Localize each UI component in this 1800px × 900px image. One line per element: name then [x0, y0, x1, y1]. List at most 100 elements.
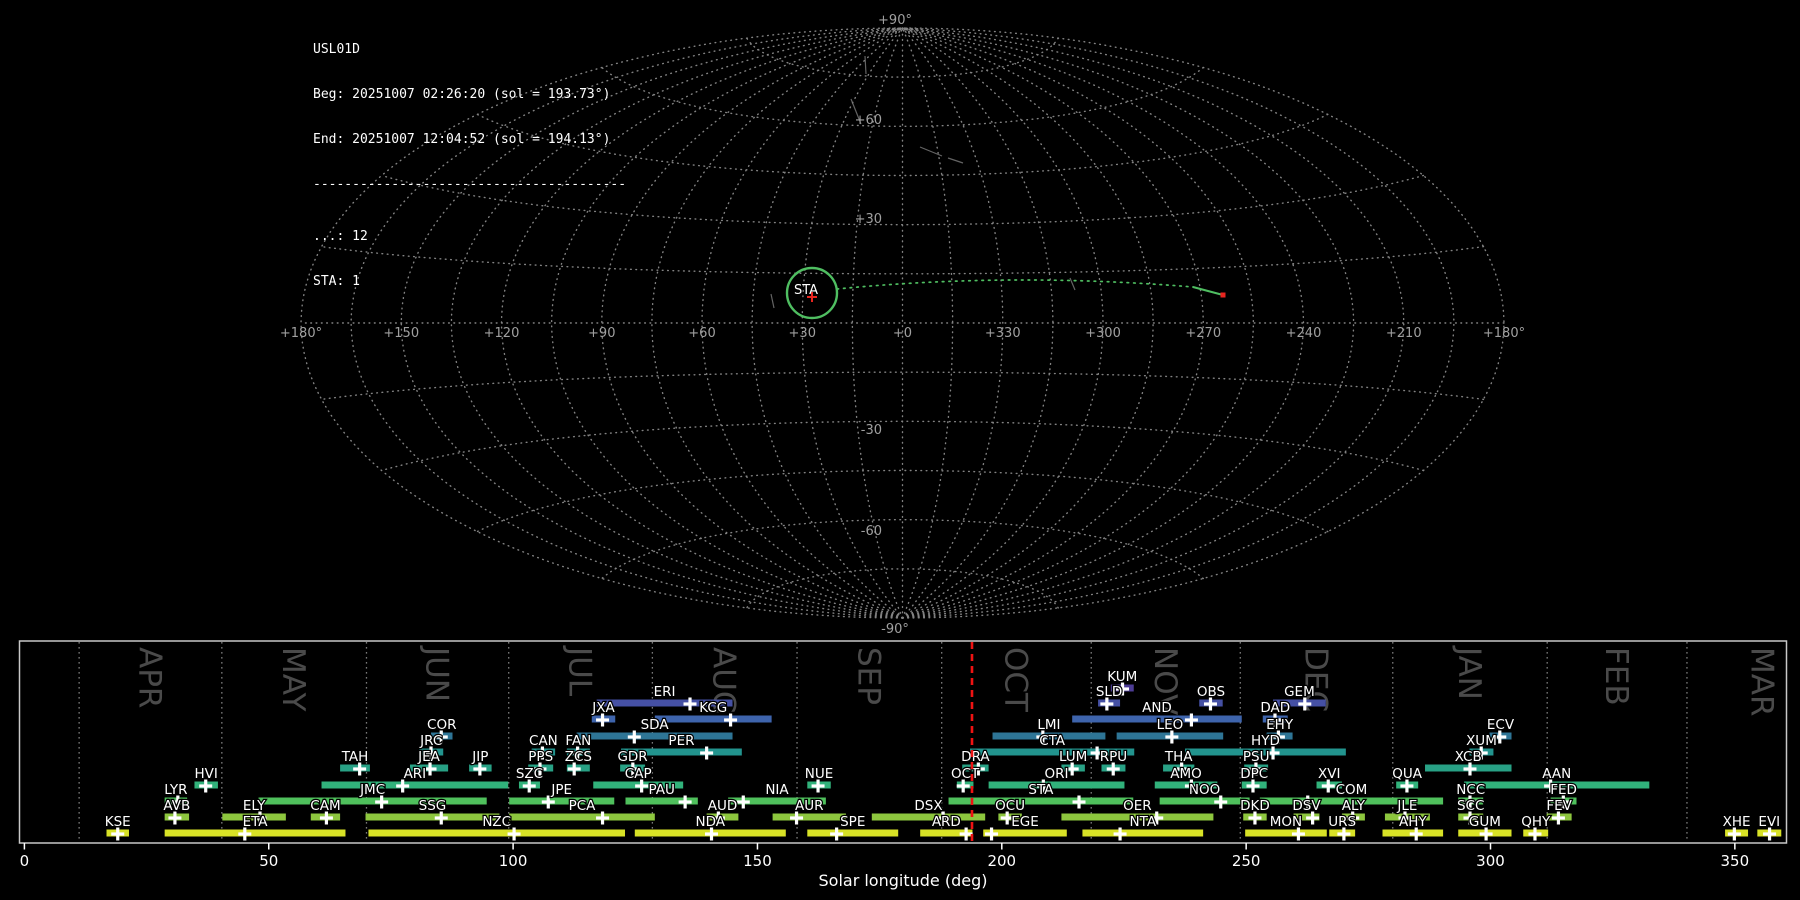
- shower-code-label: OER: [1123, 798, 1152, 814]
- shower-code-label: JRC: [419, 733, 442, 749]
- shower-activity-bar: [368, 830, 625, 837]
- shower-code-label: PAU: [648, 782, 674, 798]
- month-label: MAR: [1744, 647, 1780, 717]
- shower-code-label: CTA: [1039, 733, 1066, 749]
- radiant-label: STA: [794, 283, 818, 298]
- end-time-line: End: 20251007 12:04:52 (sol = 194.13°): [313, 132, 626, 147]
- shower-activity-bar: [322, 782, 509, 789]
- shower-code-label: EHY: [1266, 717, 1294, 733]
- shower-code-label: LYR: [164, 782, 187, 798]
- shower-code-label: AUR: [795, 798, 824, 814]
- shower-code-label: COR: [427, 717, 456, 733]
- x-axis-tick-label: 250: [1232, 852, 1261, 870]
- longitude-label: +0: [893, 326, 912, 341]
- shower-JXA: JXA: [591, 700, 615, 727]
- shower-ZCS: ZCS: [565, 749, 592, 776]
- shower-code-label: AUD: [708, 798, 738, 814]
- month-label: JAN: [1451, 645, 1487, 700]
- shower-code-label: FEV: [1546, 798, 1572, 814]
- shower-code-label: CAM: [310, 798, 340, 814]
- shower-activity-bar: [989, 782, 1125, 789]
- x-axis: 050100150200250300350Solar longitude (de…: [20, 843, 1750, 890]
- shower-HVI: HVI: [194, 766, 217, 793]
- shower-code-label: EVI: [1758, 814, 1780, 830]
- faint-track-segment: [920, 147, 942, 156]
- shower-code-label: DSV: [1292, 798, 1321, 814]
- shower-OCT: OCT: [951, 766, 980, 793]
- observation-info: USL01D Beg: 20251007 02:26:20 (sol = 193…: [313, 12, 626, 319]
- shower-code-label: RPU: [1100, 749, 1127, 765]
- shower-activity-bar: [258, 798, 486, 805]
- shower-code-label: DSX: [914, 798, 942, 814]
- shower-XHE: XHE: [1723, 814, 1751, 841]
- shower-code-label: ECV: [1487, 717, 1515, 733]
- shower-code-label: PER: [668, 733, 694, 749]
- shower-NUE: NUE: [805, 766, 834, 793]
- shower-activity-bar: [509, 798, 614, 805]
- latitude-label: -90°: [881, 622, 909, 637]
- shower-code-label: JIP: [471, 749, 488, 765]
- shower-code-label: SPE: [840, 814, 865, 830]
- shower-code-label: EGE: [1011, 814, 1039, 830]
- shower-peak-marker: [1073, 796, 1086, 809]
- shower-code-label: KCG: [699, 700, 727, 716]
- shower-code-label: CAN: [529, 733, 558, 749]
- shower-code-label: FAN: [565, 733, 591, 749]
- longitude-label: +300: [1085, 326, 1121, 341]
- shower-TAH: TAH: [340, 749, 370, 776]
- shower-code-label: ERI: [654, 684, 676, 700]
- longitude-label: +210: [1386, 326, 1422, 341]
- shower-activity-bar: [366, 814, 500, 821]
- shower-peak-marker: [596, 812, 609, 825]
- shower-code-label: FED: [1550, 782, 1577, 798]
- longitude-label: +180°: [280, 326, 322, 341]
- shower-activity-bar: [872, 814, 985, 821]
- shower-activity-bar: [655, 716, 772, 723]
- longitude-label: +240: [1286, 326, 1322, 341]
- shower-CAM: CAM: [310, 798, 340, 825]
- shower-activity-bar: [509, 814, 655, 821]
- shower-OBS: OBS: [1197, 684, 1225, 711]
- shower-peak-marker: [1185, 714, 1198, 727]
- shower-code-label: XCB: [1455, 749, 1482, 765]
- shower-code-label: GDR: [617, 749, 647, 765]
- faint-track-segment: [771, 294, 774, 308]
- shower-code-label: ELY: [243, 798, 266, 814]
- longitude-label: +180°: [1483, 326, 1525, 341]
- shower-code-label: GEM: [1284, 684, 1315, 700]
- longitude-label: +270: [1185, 326, 1221, 341]
- shower-peak-marker: [985, 828, 998, 841]
- shower-code-label: SCC: [1457, 798, 1484, 814]
- faint-track-segments: [771, 56, 1075, 308]
- shower-code-label: LUM: [1059, 749, 1087, 765]
- shower-activity-bar: [1082, 830, 1203, 837]
- shower-timeline: APRMAYJUNJULAUGSEPOCTNOVDECJANFEBMARKUME…: [20, 641, 1787, 890]
- x-axis-tick-label: 50: [259, 852, 278, 870]
- shower-DPC: DPC: [1240, 766, 1268, 793]
- x-axis-tick-label: 100: [499, 852, 528, 870]
- shower-code-label: JLE: [1396, 798, 1417, 814]
- shower-code-label: HVI: [195, 766, 218, 782]
- begin-time-line: Beg: 20251007 02:26:20 (sol = 193.73°): [313, 87, 626, 102]
- shower-JIP: JIP: [469, 749, 491, 776]
- longitude-label: +90: [588, 326, 615, 341]
- shower-code-label: URS: [1328, 814, 1356, 830]
- radiant-drift-track-current: [1193, 287, 1223, 295]
- shower-activity-bar: [577, 733, 733, 740]
- shower-code-label: ALY: [1342, 798, 1366, 814]
- shower-QHY: QHY: [1521, 814, 1551, 841]
- shower-code-label: XVI: [1318, 766, 1340, 782]
- shower-code-label: SLD: [1096, 684, 1123, 700]
- shower-code-label: JMC: [359, 782, 385, 798]
- shower-URS: URS: [1328, 814, 1356, 841]
- shower-code-label: AVB: [163, 798, 190, 814]
- shower-code-label: PPS: [528, 749, 553, 765]
- x-axis-tick-label: 200: [987, 852, 1016, 870]
- shower-code-label: JXA: [591, 700, 615, 716]
- shower-code-label: DKD: [1240, 798, 1270, 814]
- shower-code-label: NUE: [805, 766, 834, 782]
- shower-activity-bar: [949, 798, 1134, 805]
- longitude-label: +30: [789, 326, 816, 341]
- latitude-label: -30: [861, 423, 882, 438]
- shower-code-label: PSU: [1243, 749, 1270, 765]
